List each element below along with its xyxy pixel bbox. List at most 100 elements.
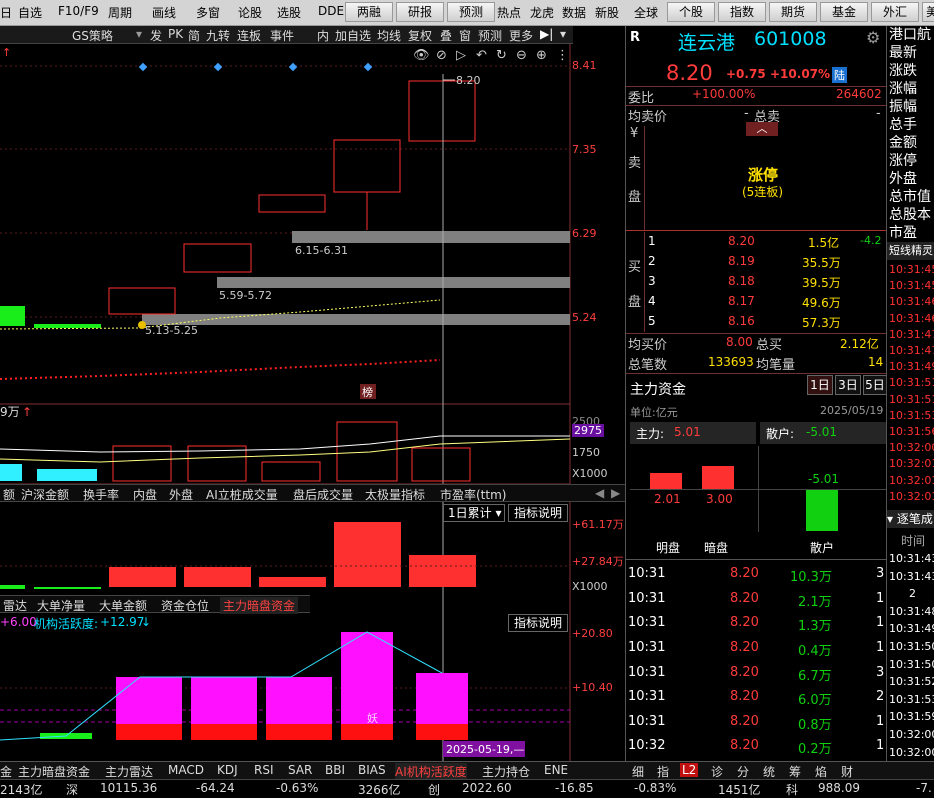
candle[interactable] [258,194,326,213]
btab-rsi[interactable]: RSI [254,763,274,777]
period-3d[interactable]: 3日 [835,375,861,395]
tab-radar[interactable]: 雷达 [0,597,30,614]
short-line-time[interactable]: 10:32:00 [889,440,934,456]
activity-bar[interactable] [266,677,332,724]
toolbar-data[interactable]: 数据 [562,4,586,21]
chevron-down-icon[interactable]: ▾ [136,27,142,41]
activity-bar-red[interactable] [191,724,257,740]
capital-bar-open[interactable] [650,473,682,489]
candle[interactable] [34,324,101,328]
short-line-time[interactable]: 10:31:49 [889,359,934,375]
activity-bar-red[interactable] [116,724,182,740]
eye-icon[interactable]: 👁 [413,48,430,63]
ctool-pk[interactable]: PK [168,27,183,41]
eye-off-icon[interactable]: ⊘ [436,48,447,63]
short-line-time[interactable]: 10:31:53 [889,408,934,424]
flow-bar[interactable] [109,567,176,587]
zoom-out-icon[interactable]: ⊖ [516,48,527,63]
rptab-chips[interactable]: 筹 [789,763,801,780]
candle[interactable] [108,287,176,315]
activity-bar[interactable] [341,632,393,724]
short-line-time[interactable]: 10:31:51 [889,392,934,408]
fund-button[interactable]: 基金 [820,2,868,22]
rptab-stats[interactable]: 统 [763,763,775,780]
btab-macd[interactable]: MACD [168,763,204,777]
forecast-button[interactable]: 预测 [447,2,495,22]
rptab-flame[interactable]: 焰 [815,763,827,780]
flow-bar[interactable] [34,587,101,589]
toolbar-hot[interactable]: 热点 [497,4,521,21]
btab-gold[interactable]: 金 [0,763,12,780]
trade-detail-header[interactable]: ▾ 逐笔成 [887,510,934,528]
ctool-more[interactable]: 更多 [509,27,533,44]
stock-button[interactable]: 个股 [667,2,715,22]
short-line-time[interactable]: 10:32:01 [889,489,934,505]
forex-button[interactable]: 外汇 [871,2,919,22]
btab-kdj[interactable]: KDJ [217,763,238,777]
menu-icon[interactable]: ▾ [560,27,566,41]
period-select[interactable]: 1日累计 ▾ [443,504,505,522]
volume-bar[interactable] [0,464,22,481]
zoom-in-icon[interactable]: ⊕ [536,48,547,63]
btab-bbi[interactable]: BBI [325,763,345,777]
ctool-event[interactable]: 事件 [270,27,294,44]
tab-amount[interactable]: 额 [0,486,18,503]
event-marker[interactable] [363,62,373,72]
activity-bar-red[interactable] [341,724,393,740]
toolbar-draw[interactable]: 画线 [152,4,176,21]
tab-dark-capital[interactable]: 主力暗盘资金 [220,597,299,614]
activity-bar[interactable] [116,677,182,724]
tab-big-net[interactable]: 大单净量 [34,597,88,614]
btab-sar[interactable]: SAR [288,763,312,777]
tab-ai-volume[interactable]: AI立桩成交量 [203,486,281,503]
short-line-title[interactable]: 短线精灵 [887,242,934,260]
index-button[interactable]: 指数 [718,2,766,22]
tab-inner[interactable]: 内盘 [130,486,160,503]
candle[interactable] [408,80,476,142]
ctool-window[interactable]: 窗 [459,27,471,44]
capital-bar-dark[interactable] [702,466,734,489]
undo-icon[interactable]: ↶ [476,48,487,63]
toolbar-global[interactable]: 全球 [634,4,658,21]
btab-ai-activity[interactable]: AI机构活跃度 [395,763,467,780]
short-line-time[interactable]: 10:31:51 [889,375,934,391]
short-line-time[interactable]: 10:31:56 [889,424,934,440]
margin-button[interactable]: 两融 [345,2,393,22]
volume-bar[interactable] [261,461,321,482]
btab-main-holding[interactable]: 主力持仓 [482,763,530,780]
flow-bar[interactable] [0,585,25,589]
candle[interactable] [183,243,252,273]
short-line-time[interactable]: 10:31:46 [889,311,934,327]
ctool-ma[interactable]: 均线 [377,27,401,44]
ctool-overlay[interactable]: 叠 [440,27,452,44]
volume-bar[interactable] [411,447,471,482]
short-line-time[interactable]: 10:31:47 [889,327,934,343]
scroll-right-icon[interactable]: ▶ [608,486,623,500]
btab-ene[interactable]: ENE [544,763,568,777]
rptab-fen[interactable]: 分 [737,763,749,780]
rptab-l2[interactable]: L2 [680,763,699,777]
more-icon[interactable]: ⋮ [556,48,569,63]
ctool-add-watch[interactable]: 加自选 [335,27,371,44]
help-button[interactable]: 指标说明 [508,504,568,522]
short-line-time[interactable]: 10:31:45 [889,262,934,278]
ctool-fa[interactable]: 发 [150,27,162,44]
billboard-label[interactable]: 榜 [362,385,373,399]
tab-hs-amount[interactable]: 沪深金额 [18,486,72,503]
arrow-right-icon[interactable]: ▶| [540,27,553,41]
toolbar-day[interactable]: 日 [0,4,12,21]
flow-bar[interactable] [409,555,476,587]
tab-turnover[interactable]: 换手率 [80,486,122,503]
rptab-index[interactable]: 指 [657,763,669,780]
ctool-forecast[interactable]: 预测 [478,27,502,44]
strategy-select[interactable]: GS策略 [72,27,113,44]
toolbar-period[interactable]: 周期 [108,4,132,21]
tab-taiji[interactable]: 太极量指标 [362,486,428,503]
tab-outer[interactable]: 外盘 [166,486,196,503]
help-button-2[interactable]: 指标说明 [508,614,568,632]
rptab-finance[interactable]: 财 [841,763,853,780]
flow-bar[interactable] [184,567,251,587]
toolbar-forum[interactable]: 论股 [238,4,262,21]
capital-bar-retail[interactable] [806,489,838,531]
toolbar-multiwin[interactable]: 多窗 [196,4,220,21]
